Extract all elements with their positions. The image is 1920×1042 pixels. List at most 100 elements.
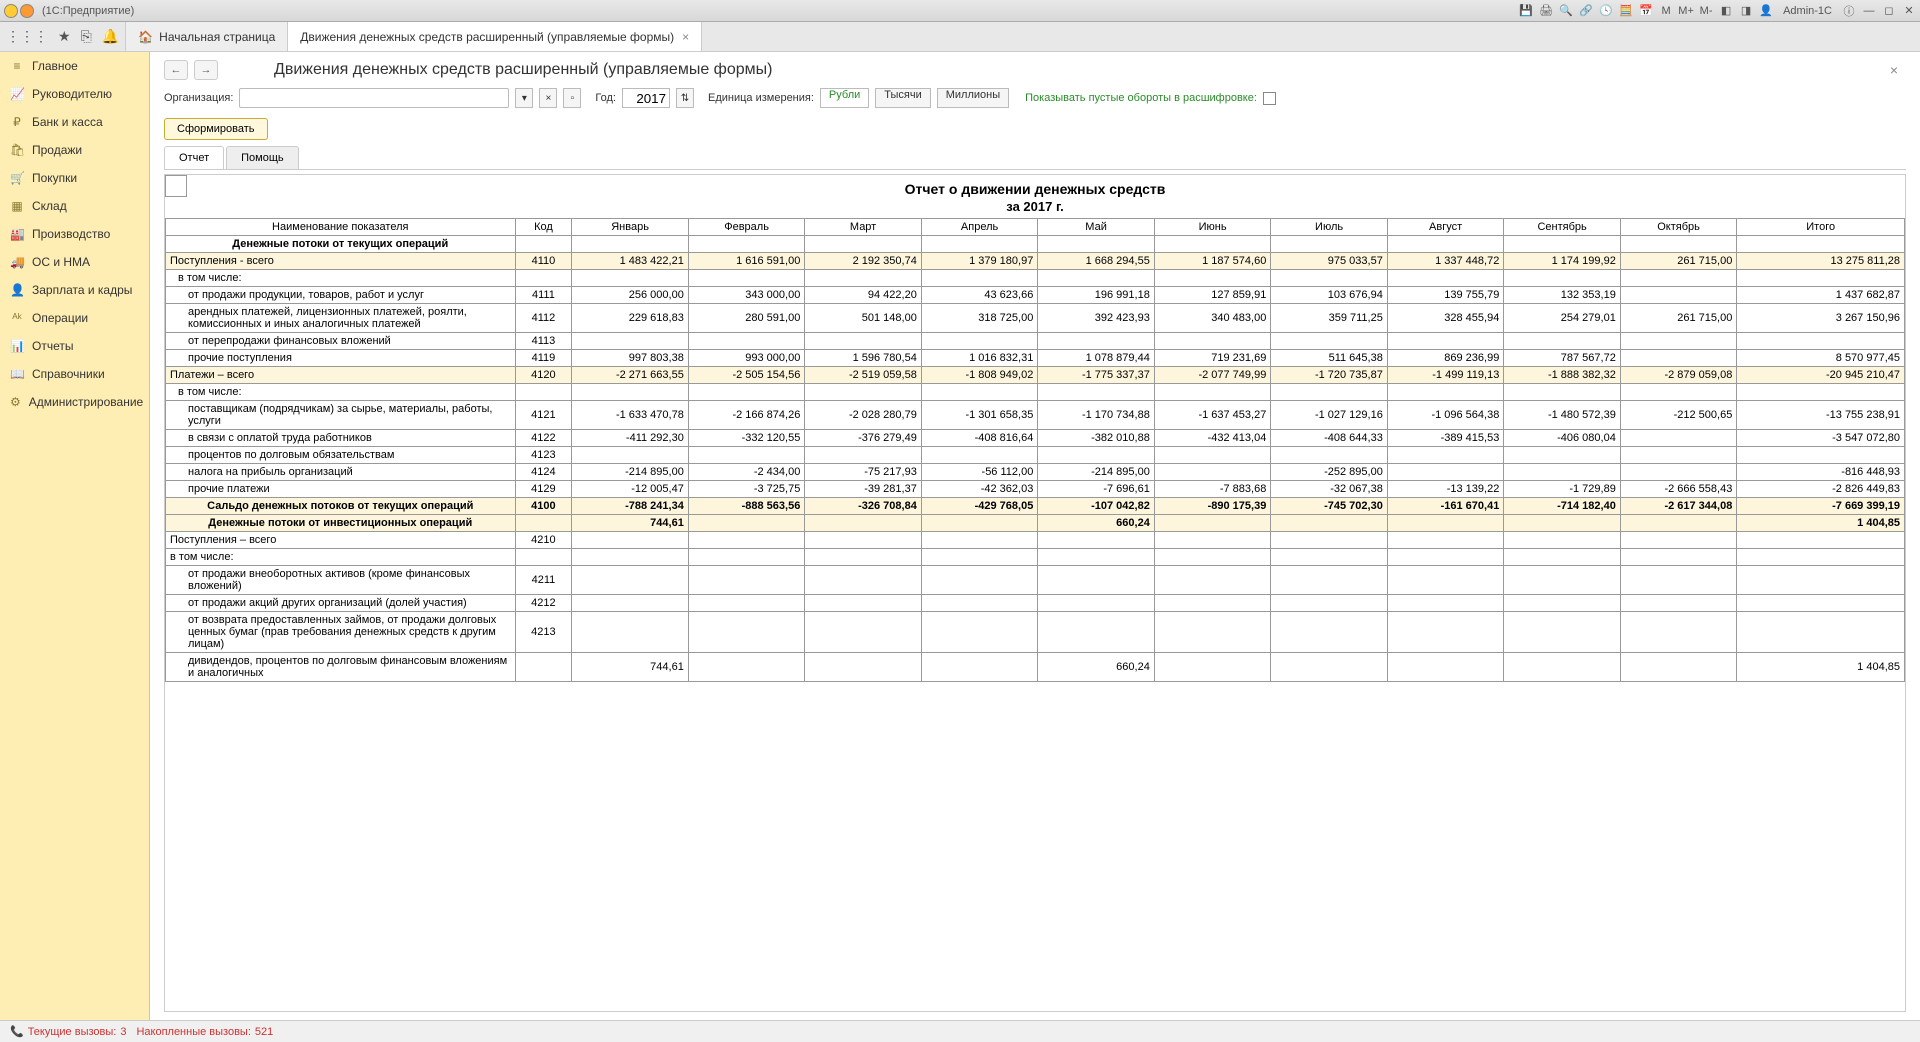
info-icon[interactable]: ⓘ	[1842, 4, 1856, 18]
cell	[1620, 287, 1737, 304]
cell	[688, 595, 805, 612]
mminus-icon[interactable]: M-	[1699, 4, 1713, 18]
sidebar-icon: 🚚	[10, 255, 24, 269]
apps-icon[interactable]: ⋮⋮⋮	[6, 28, 48, 45]
nav-back-button[interactable]: ←	[164, 60, 188, 80]
year-input[interactable]	[622, 88, 670, 108]
cell	[688, 236, 805, 253]
bell-icon[interactable]: 🔔	[102, 28, 119, 45]
sidebar-item-6[interactable]: 🏭Производство	[0, 220, 149, 248]
table-row: прочие поступления4119997 803,38993 000,…	[166, 350, 1905, 367]
cell: 1 337 448,72	[1387, 253, 1504, 270]
sidebar-item-1[interactable]: 📈Руководителю	[0, 80, 149, 108]
cell	[1271, 270, 1388, 287]
row-name: арендных платежей, лицензионных платежей…	[166, 304, 516, 333]
sidebar-item-9[interactable]: ᴬᵏОперации	[0, 304, 149, 332]
sidebar-item-8[interactable]: 👤Зарплата и кадры	[0, 276, 149, 304]
save-icon[interactable]: 💾	[1519, 4, 1533, 18]
sidebar-label: Банк и касса	[32, 115, 103, 129]
cell	[921, 384, 1038, 401]
col-header: Сентябрь	[1504, 219, 1621, 236]
cell	[1271, 653, 1388, 682]
cell: -1 720 735,87	[1271, 367, 1388, 384]
minimize-icon[interactable]: —	[1862, 4, 1876, 18]
tab-report[interactable]: Движения денежных средств расширенный (у…	[288, 22, 702, 51]
sidebar-label: Склад	[32, 199, 67, 213]
cell	[1620, 464, 1737, 481]
cell	[805, 549, 922, 566]
copy-icon[interactable]: ⎘	[81, 28, 92, 45]
sidebar-item-4[interactable]: 🛒Покупки	[0, 164, 149, 192]
app-icon-1[interactable]	[4, 4, 18, 18]
org-input[interactable]	[239, 88, 509, 108]
star-icon[interactable]: ★	[58, 28, 71, 45]
cell	[572, 384, 689, 401]
sidebar-item-7[interactable]: 🚚ОС и НМА	[0, 248, 149, 276]
panel2-icon[interactable]: ◨	[1739, 4, 1753, 18]
sidebar-icon: 📊	[10, 339, 24, 353]
sidebar-item-12[interactable]: ⚙Администрирование	[0, 388, 149, 416]
cell	[688, 566, 805, 595]
subtab-report[interactable]: Отчет	[164, 146, 224, 169]
unit-thou-button[interactable]: Тысячи	[875, 88, 930, 108]
close-window-icon[interactable]: ✕	[1902, 4, 1916, 18]
cell: -214 895,00	[1038, 464, 1155, 481]
subtab-help[interactable]: Помощь	[226, 146, 299, 169]
unit-mil-button[interactable]: Миллионы	[937, 88, 1009, 108]
report-area[interactable]: Отчет о движении денежных средств за 201…	[164, 174, 1906, 1012]
cell: 94 422,20	[805, 287, 922, 304]
row-code: 4112	[515, 304, 572, 333]
col-header: Май	[1038, 219, 1155, 236]
cell	[688, 447, 805, 464]
cell: -39 281,37	[805, 481, 922, 498]
nav-fwd-button[interactable]: →	[194, 60, 218, 80]
unit-rub-button[interactable]: Рубли	[820, 88, 869, 108]
sidebar-item-2[interactable]: ₽Банк и касса	[0, 108, 149, 136]
sidebar-item-0[interactable]: ≡Главное	[0, 52, 149, 80]
org-open-button[interactable]: ▫	[563, 88, 581, 108]
print-icon[interactable]: 🖨	[1539, 4, 1553, 18]
m-icon[interactable]: M	[1659, 4, 1673, 18]
cell	[805, 612, 922, 653]
sidebar-item-3[interactable]: 🛍Продажи	[0, 136, 149, 164]
empty-checkbox[interactable]	[1263, 92, 1276, 105]
status-current-value: 3	[120, 1026, 126, 1038]
maximize-icon[interactable]: ◻	[1882, 4, 1896, 18]
cell	[1038, 270, 1155, 287]
calendar-icon[interactable]: 📅	[1639, 4, 1653, 18]
cell	[1271, 612, 1388, 653]
cell: -1 729,89	[1504, 481, 1621, 498]
form-button[interactable]: Сформировать	[164, 118, 268, 140]
cell: -2 434,00	[688, 464, 805, 481]
org-clear-button[interactable]: ×	[539, 88, 557, 108]
table-row: Платежи – всего4120-2 271 663,55-2 505 1…	[166, 367, 1905, 384]
tab-close-icon[interactable]: ×	[682, 30, 689, 44]
clock-icon[interactable]: 🕓	[1599, 4, 1613, 18]
panel1-icon[interactable]: ◧	[1719, 4, 1733, 18]
cell: -2 666 558,43	[1620, 481, 1737, 498]
mplus-icon[interactable]: M+	[1679, 4, 1693, 18]
tab-home[interactable]: 🏠 Начальная страница	[126, 22, 288, 51]
cell	[1154, 384, 1271, 401]
sidebar-item-10[interactable]: 📊Отчеты	[0, 332, 149, 360]
org-dropdown-button[interactable]: ▾	[515, 88, 533, 108]
cell	[572, 333, 689, 350]
close-page-icon[interactable]: ×	[1890, 62, 1898, 78]
cell: -7 883,68	[1154, 481, 1271, 498]
sidebar-item-11[interactable]: 📖Справочники	[0, 360, 149, 388]
content: ← → Движения денежных средств расширенны…	[150, 52, 1920, 1020]
cell: 1 187 574,60	[1154, 253, 1271, 270]
sidebar-item-5[interactable]: ▦Склад	[0, 192, 149, 220]
cell	[1154, 566, 1271, 595]
cell	[1504, 532, 1621, 549]
cell: -1 499 119,13	[1387, 367, 1504, 384]
cell: -406 080,04	[1504, 430, 1621, 447]
link-icon[interactable]: 🔗	[1579, 4, 1593, 18]
search-icon[interactable]: 🔍	[1559, 4, 1573, 18]
cell	[1038, 549, 1155, 566]
year-spinner[interactable]: ⇅	[676, 88, 694, 108]
cell	[1620, 653, 1737, 682]
calc-icon[interactable]: 🧮	[1619, 4, 1633, 18]
app-icon-2[interactable]	[20, 4, 34, 18]
cell	[1620, 595, 1737, 612]
